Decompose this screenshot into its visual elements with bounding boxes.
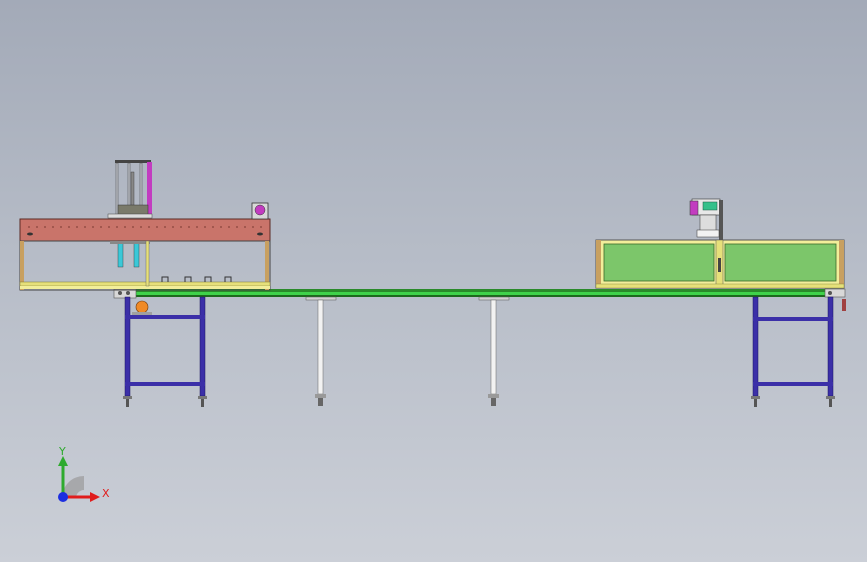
cylinder [117,240,124,268]
x-axis-label: X [102,487,110,500]
support-bracket [305,296,337,301]
top-unit-mount [696,229,720,238]
cabinet-panel-left [603,243,715,282]
lead-screw [130,171,135,211]
top-unit-post [719,200,723,240]
leveling-foot [123,396,132,399]
beam-slot-icon [27,232,33,236]
clamp-icon [161,276,169,282]
axis-triad: Y X [58,445,110,502]
foot-stem [491,398,496,406]
magenta-actuator [689,200,699,216]
clamp-icon [224,276,232,282]
support-leg [317,299,324,395]
cabinet-post [596,240,601,288]
pulley-bolt-icon [118,291,122,295]
stand-crossbar [753,382,833,386]
stand-leg [199,296,206,397]
motor-icon [254,204,266,216]
right-station[interactable] [595,198,845,289]
pulley-bolt-icon [828,291,832,295]
support-bracket [478,296,510,301]
leveling-foot [198,396,207,399]
left-stand[interactable] [123,296,207,407]
conveyor-bottom-edge [115,295,845,297]
foot-stem [126,399,129,407]
stand-leg [124,296,131,397]
middle-supports[interactable] [305,296,510,406]
conveyor-belt [115,292,845,295]
clamp-row [161,276,232,282]
green-valve [702,201,718,211]
pulley-bolt-icon [126,291,130,295]
beam-slot-icon [257,232,263,236]
stand-leg [752,296,759,397]
drive-motor-icon [135,300,149,314]
carriage-plate [107,213,153,219]
column-top-plate [115,160,151,163]
stand-crossbar [125,315,205,319]
cad-model-view[interactable]: Y X [0,0,867,562]
support-leg [490,299,497,395]
cabinet-panel-right [724,243,837,282]
vertical-guide [145,240,150,287]
frame-yellow-rail-lower [20,286,270,289]
motor-base [132,312,152,315]
z-axis-icon [58,492,68,502]
foot-stem [754,399,757,407]
lift-column[interactable] [107,160,153,219]
column-rod [115,162,119,216]
stand-crossbar [753,317,833,321]
clamp-icon [204,276,212,282]
cabinet-base-rail [595,283,845,289]
foot-stem [201,399,204,407]
stand-leg [827,296,834,397]
x-axis-arrow-icon [90,492,100,502]
frame-yellow-rail [19,281,271,287]
left-station[interactable] [19,160,271,291]
clamp-icon [184,276,192,282]
foot-stem [829,399,832,407]
leveling-foot [751,396,760,399]
leveling-foot [315,394,326,398]
cylinder-mount [110,241,150,244]
foot-stem [318,398,323,406]
door-handle-icon [718,258,721,272]
upper-beam [19,218,271,242]
lift-carriage [117,204,149,216]
cylinder [133,240,140,268]
right-stand[interactable] [751,296,835,407]
y-axis-label: Y [58,445,66,458]
conveyor-end-stop [842,299,846,311]
leveling-foot [488,394,499,398]
cabinet-post [839,240,844,288]
cad-viewport[interactable]: Y X [0,0,867,562]
stand-crossbar [125,382,205,386]
leveling-foot [826,396,835,399]
